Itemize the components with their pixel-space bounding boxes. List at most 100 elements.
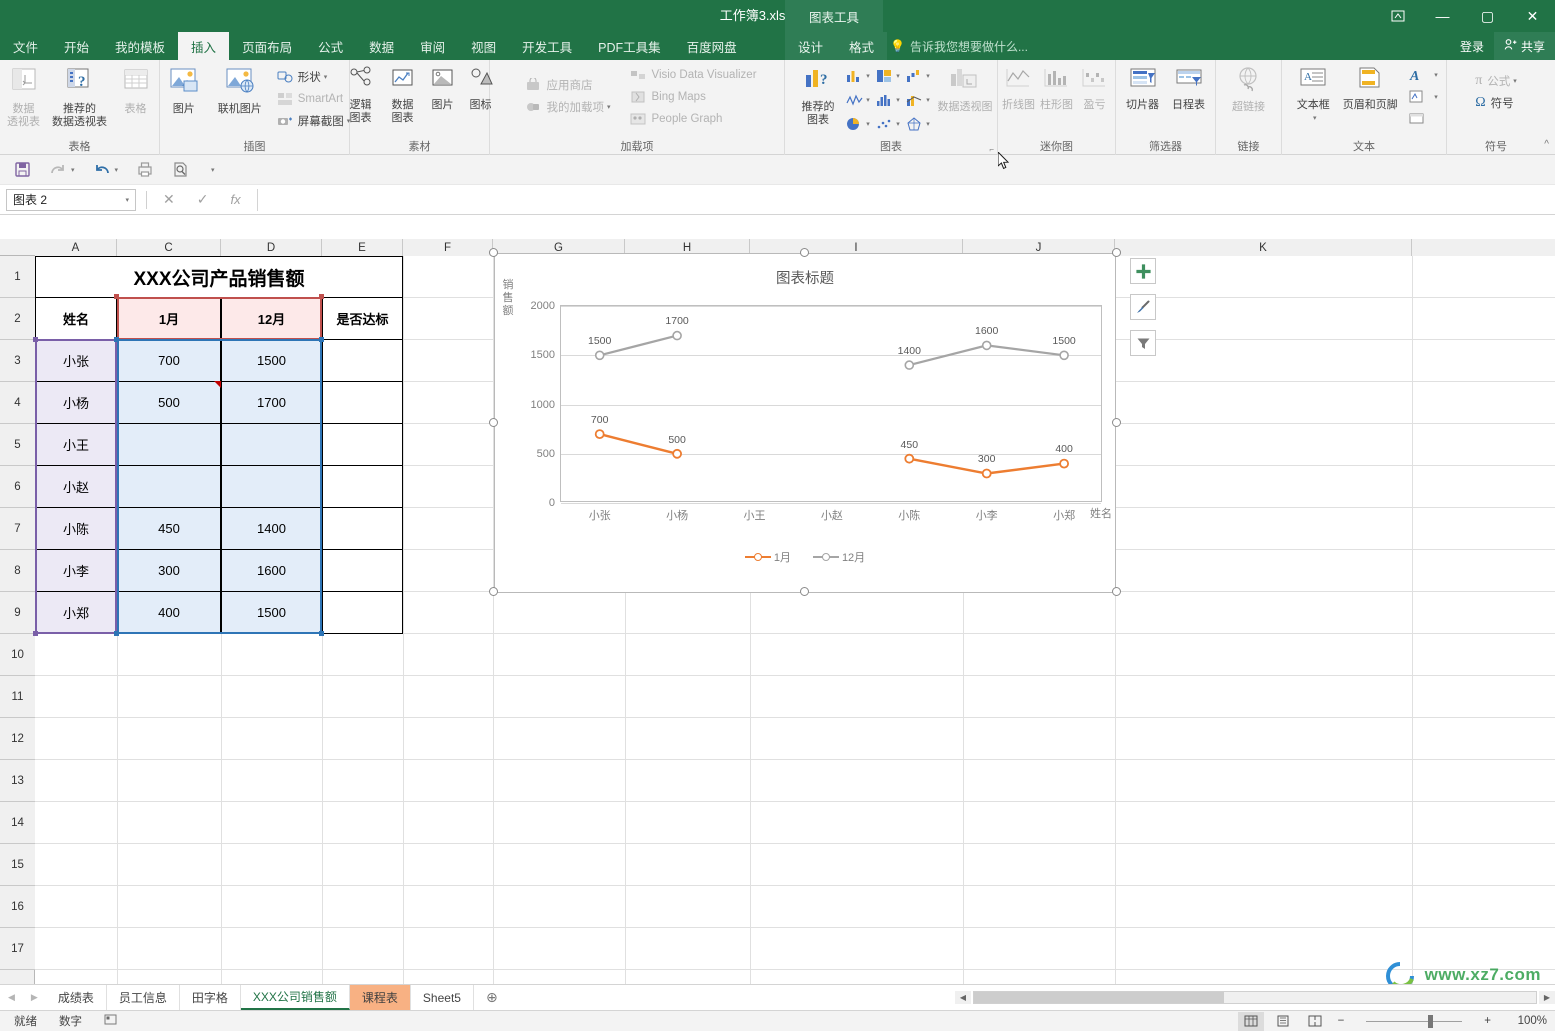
table-cell-ok-1[interactable] [322,381,403,424]
row-header-10[interactable]: 10 [0,634,35,676]
chart-resize-handle-sw[interactable] [489,587,498,596]
table-cell-ok-5[interactable] [322,549,403,592]
collapse-ribbon-icon[interactable]: ^ [1544,139,1549,150]
line-chart-button[interactable]: ▾ [843,88,873,112]
tab-formulas[interactable]: 公式 [305,32,356,60]
my-addins-button[interactable]: 我的加载项 ▾ [522,96,613,118]
table-cell-ok-2[interactable] [322,423,403,466]
zoom-slider-thumb[interactable] [1428,1014,1434,1028]
table-cell-ok-0[interactable] [322,339,403,382]
header-footer-button[interactable]: 页眉和页脚 [1339,64,1401,112]
wordart-button[interactable]: A ▾ [1405,64,1441,86]
column-chart-button[interactable]: ▾ [843,64,873,88]
row-header-14[interactable]: 14 [0,802,35,844]
logic-chart-button[interactable]: 逻辑 图表 [340,64,382,125]
tab-chart-format[interactable]: 格式 [836,32,887,60]
col-header-D[interactable]: D [221,239,322,256]
range-handle[interactable] [114,294,119,299]
col-header-F[interactable]: F [403,239,493,256]
picture-button[interactable]: 图片 [156,64,212,116]
row-header-11[interactable]: 11 [0,676,35,718]
chart-plot-area[interactable]: 2000 1500 1000 500 0 小张 小杨 小王 小赵 小陈 小李 小… [531,300,1102,522]
range-handle[interactable] [114,631,119,636]
tab-my-templates[interactable]: 我的模板 [102,32,178,60]
table-cell-dec-5[interactable]: 1600 [221,549,322,592]
scroll-left-icon[interactable]: ◀ [955,990,971,1004]
chart-filters-funnel-icon[interactable] [1130,330,1156,356]
sparkline-winloss-button[interactable]: 盈亏 [1076,64,1114,112]
table-cell-jan-2[interactable] [117,423,221,466]
sheet-tab-kechengbiao[interactable]: 课程表 [349,985,411,1010]
minimize-button[interactable]: — [1420,0,1465,32]
table-cell-name-4[interactable]: 小陈 [35,507,117,550]
scroll-right-icon[interactable]: ▶ [1539,990,1555,1004]
chart-resize-handle-n[interactable] [800,248,809,257]
chart-object[interactable]: 图表标题 销售额 姓名 2000 1500 1000 500 0 小张 小杨 小… [489,248,1121,596]
page-layout-view-icon[interactable] [1270,1012,1296,1031]
online-picture-button[interactable]: 联机图片 [212,64,268,116]
add-sheet-button[interactable]: ⊕ [474,985,510,1010]
zoom-level-label[interactable]: 100% [1501,1015,1547,1027]
chart-resize-handle-e[interactable] [1112,418,1121,427]
table-cell-dec-3[interactable] [221,465,322,508]
header-cell-dec[interactable]: 12月 [221,297,322,340]
sparkline-column-button[interactable]: 柱形图 [1038,64,1076,112]
sheet-tab-xxx-sales[interactable]: XXX公司销售额 [240,985,350,1010]
table-cell-ok-6[interactable] [322,591,403,634]
row-header-3[interactable]: 3 [0,340,35,382]
zoom-in-button[interactable]: + [1480,1015,1495,1027]
charts-dialog-launcher[interactable]: ⌐ [989,145,994,154]
range-handle[interactable] [319,631,324,636]
row-header-12[interactable]: 12 [0,718,35,760]
tell-me-box[interactable]: 💡 告诉我您想要做什么... [890,32,1028,60]
hierarchy-chart-button[interactable]: ▾ [873,64,903,88]
chart-styles-brush-icon[interactable] [1130,294,1156,320]
save-icon[interactable] [14,161,31,178]
table-cell-dec-6[interactable]: 1500 [221,591,322,634]
data-chart-button[interactable]: 数据 图表 [382,64,424,125]
symbol-button[interactable]: Ω 符号 [1472,92,1520,114]
chart-resize-handle-se[interactable] [1112,587,1121,596]
material-picture-button[interactable]: 图片 [424,64,462,112]
close-button[interactable]: ✕ [1510,0,1555,32]
header-cell-name[interactable]: 姓名 [35,297,117,340]
tab-chart-design[interactable]: 设计 [785,32,836,60]
table-cell-name-2[interactable]: 小王 [35,423,117,466]
sheet-nav-arrows[interactable]: ◀ ▶ [0,985,46,1010]
tab-pdf-tools[interactable]: PDF工具集 [585,32,674,60]
header-cell-jan[interactable]: 1月 [117,297,221,340]
sign-in-button[interactable]: 登录 [1450,32,1494,60]
chart-resize-handle-ne[interactable] [1112,248,1121,257]
tab-file[interactable]: 文件 [0,32,51,60]
table-cell-jan-1[interactable]: 500 [117,381,221,424]
chart-y-axis-title[interactable]: 销售额 [502,279,514,318]
enter-formula-icon[interactable]: ✓ [197,191,209,208]
waterfall-chart-button[interactable]: ▾ [903,64,933,88]
pie-chart-button[interactable]: ▾ [843,112,873,136]
table-cell-ok-4[interactable] [322,507,403,550]
zoom-out-button[interactable]: − [1334,1015,1349,1027]
table-cell-name-6[interactable]: 小郑 [35,591,117,634]
row-header-1[interactable]: 1 [0,256,35,298]
hscroll-track[interactable] [973,990,1537,1004]
zoom-slider[interactable] [1354,1012,1474,1031]
sheet-tab-tianzige[interactable]: 田字格 [180,985,241,1010]
object-button[interactable] [1405,108,1441,130]
tab-review[interactable]: 审阅 [407,32,458,60]
table-cell-name-3[interactable]: 小赵 [35,465,117,508]
table-cell-dec-0[interactable]: 1500 [221,339,322,382]
signature-line-button[interactable]: ▾ [1405,86,1441,108]
table-title-cell[interactable]: XXX公司产品销售额 [35,256,403,298]
row-header-8[interactable]: 8 [0,550,35,592]
range-handle[interactable] [319,294,324,299]
table-cell-jan-0[interactable]: 700 [117,339,221,382]
insert-function-icon[interactable]: fx [230,192,240,207]
redo-icon[interactable]: ▾ [49,161,75,178]
pivot-table-button[interactable]: 数据 透视表 [0,64,52,129]
store-button[interactable]: 应用商店 [522,74,613,96]
quick-print-icon[interactable] [136,161,154,178]
row-header-9[interactable]: 9 [0,592,35,634]
chevron-down-icon[interactable]: ▾ [125,196,129,204]
chart-x-axis-title[interactable]: 姓名 [1090,505,1112,521]
timeline-button[interactable]: 日程表 [1166,64,1212,112]
